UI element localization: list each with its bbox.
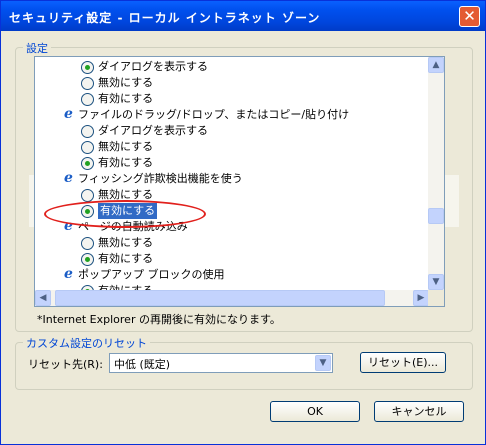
horizontal-scrollbar[interactable]: ◀ ▶ xyxy=(35,290,429,306)
reset-group-legend: カスタム設定のリセット xyxy=(23,335,150,351)
close-button[interactable]: ✕ xyxy=(459,6,480,27)
ie-icon: e xyxy=(64,106,73,122)
radio-option-label: 無効にする xyxy=(98,76,154,89)
radio-unchecked-icon[interactable] xyxy=(81,141,94,154)
radio-checked-icon[interactable] xyxy=(81,157,94,170)
radio-option-label: 有効にする xyxy=(98,283,153,290)
setting-header-label: ポップアップ ブロックの使用 xyxy=(78,268,225,281)
vertical-scrollbar[interactable]: ▲ ▼ xyxy=(428,57,444,290)
reset-level-value: 中低 (既定) xyxy=(114,358,171,371)
vertical-scroll-thumb[interactable] xyxy=(428,208,444,224)
scroll-right-button[interactable]: ▶ xyxy=(413,290,429,306)
restart-note: *Internet Explorer の再開後に有効になります。 xyxy=(37,313,281,326)
security-settings-dialog: セキュリティ設定 - ローカル イントラネット ゾーン ✕ 設定 ダイアログを表… xyxy=(0,0,486,445)
radio-option-label: ダイアログを表示する xyxy=(98,60,208,73)
scroll-left-button[interactable]: ◀ xyxy=(35,290,51,306)
reset-level-select[interactable]: 中低 (既定) ▼ xyxy=(109,353,333,373)
annotation-ellipse xyxy=(44,200,206,228)
settings-list[interactable]: ダイアログを表示する 無効にする 有効にする e ファイルのドラッグ/ドロップ、またはコ… xyxy=(34,56,445,307)
radio-unchecked-icon[interactable] xyxy=(81,93,94,106)
setting-header-label: ファイルのドラッグ/ドロップ、またはコピー/貼り付け xyxy=(78,108,350,121)
scroll-up-button[interactable]: ▲ xyxy=(428,57,444,73)
cancel-button[interactable]: キャンセル xyxy=(374,401,464,422)
radio-option-label: 有効にする xyxy=(98,156,154,169)
setting-header-label: フィッシング詐欺検出機能を使う xyxy=(78,172,243,185)
reset-to-label: リセット先(R): xyxy=(28,358,103,371)
ie-icon: e xyxy=(64,170,73,186)
radio-option-label: 無効にする xyxy=(98,236,154,249)
scrollbar-corner xyxy=(428,290,444,306)
radio-option-label: 無効にする xyxy=(98,140,154,153)
window-title: セキュリティ設定 - ローカル イントラネット ゾーン xyxy=(9,11,321,25)
horizontal-scroll-thumb[interactable] xyxy=(55,290,385,306)
radio-checked-icon[interactable] xyxy=(81,61,94,74)
scroll-down-button[interactable]: ▼ xyxy=(428,274,444,290)
radio-unchecked-icon[interactable] xyxy=(81,237,94,250)
ok-button[interactable]: OK xyxy=(270,401,360,422)
radio-unchecked-icon[interactable] xyxy=(81,189,94,202)
title-bar[interactable]: セキュリティ設定 - ローカル イントラネット ゾーン ✕ xyxy=(1,1,485,31)
chevron-down-icon[interactable]: ▼ xyxy=(315,355,331,371)
radio-checked-icon[interactable] xyxy=(81,253,94,266)
reset-button[interactable]: リセット(E)... xyxy=(360,352,446,373)
ie-icon: e xyxy=(64,266,73,282)
radio-option-label: ダイアログを表示する xyxy=(98,124,208,137)
radio-option-label: 有効にする xyxy=(98,252,154,265)
settings-list-content: ダイアログを表示する 無効にする 有効にする e ファイルのドラッグ/ドロップ、またはコ… xyxy=(35,57,429,290)
radio-unchecked-icon[interactable] xyxy=(81,77,94,90)
settings-group-legend: 設定 xyxy=(23,40,51,56)
radio-unchecked-icon[interactable] xyxy=(81,125,94,138)
radio-option-label: 有効にする xyxy=(98,92,154,105)
